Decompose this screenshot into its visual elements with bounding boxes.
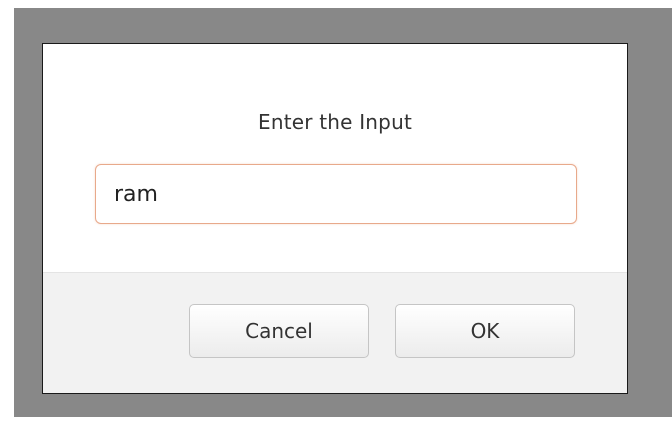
dialog-footer: Cancel OK — [43, 272, 627, 393]
dialog-body: Enter the Input — [43, 44, 627, 272]
dialog-prompt-text: Enter the Input — [257, 110, 412, 134]
ok-button[interactable]: OK — [395, 304, 575, 358]
cancel-button[interactable]: Cancel — [189, 304, 369, 358]
text-input[interactable] — [96, 165, 576, 223]
input-field-container — [95, 164, 577, 224]
prompt-dialog: Enter the Input Cancel OK — [42, 43, 628, 394]
